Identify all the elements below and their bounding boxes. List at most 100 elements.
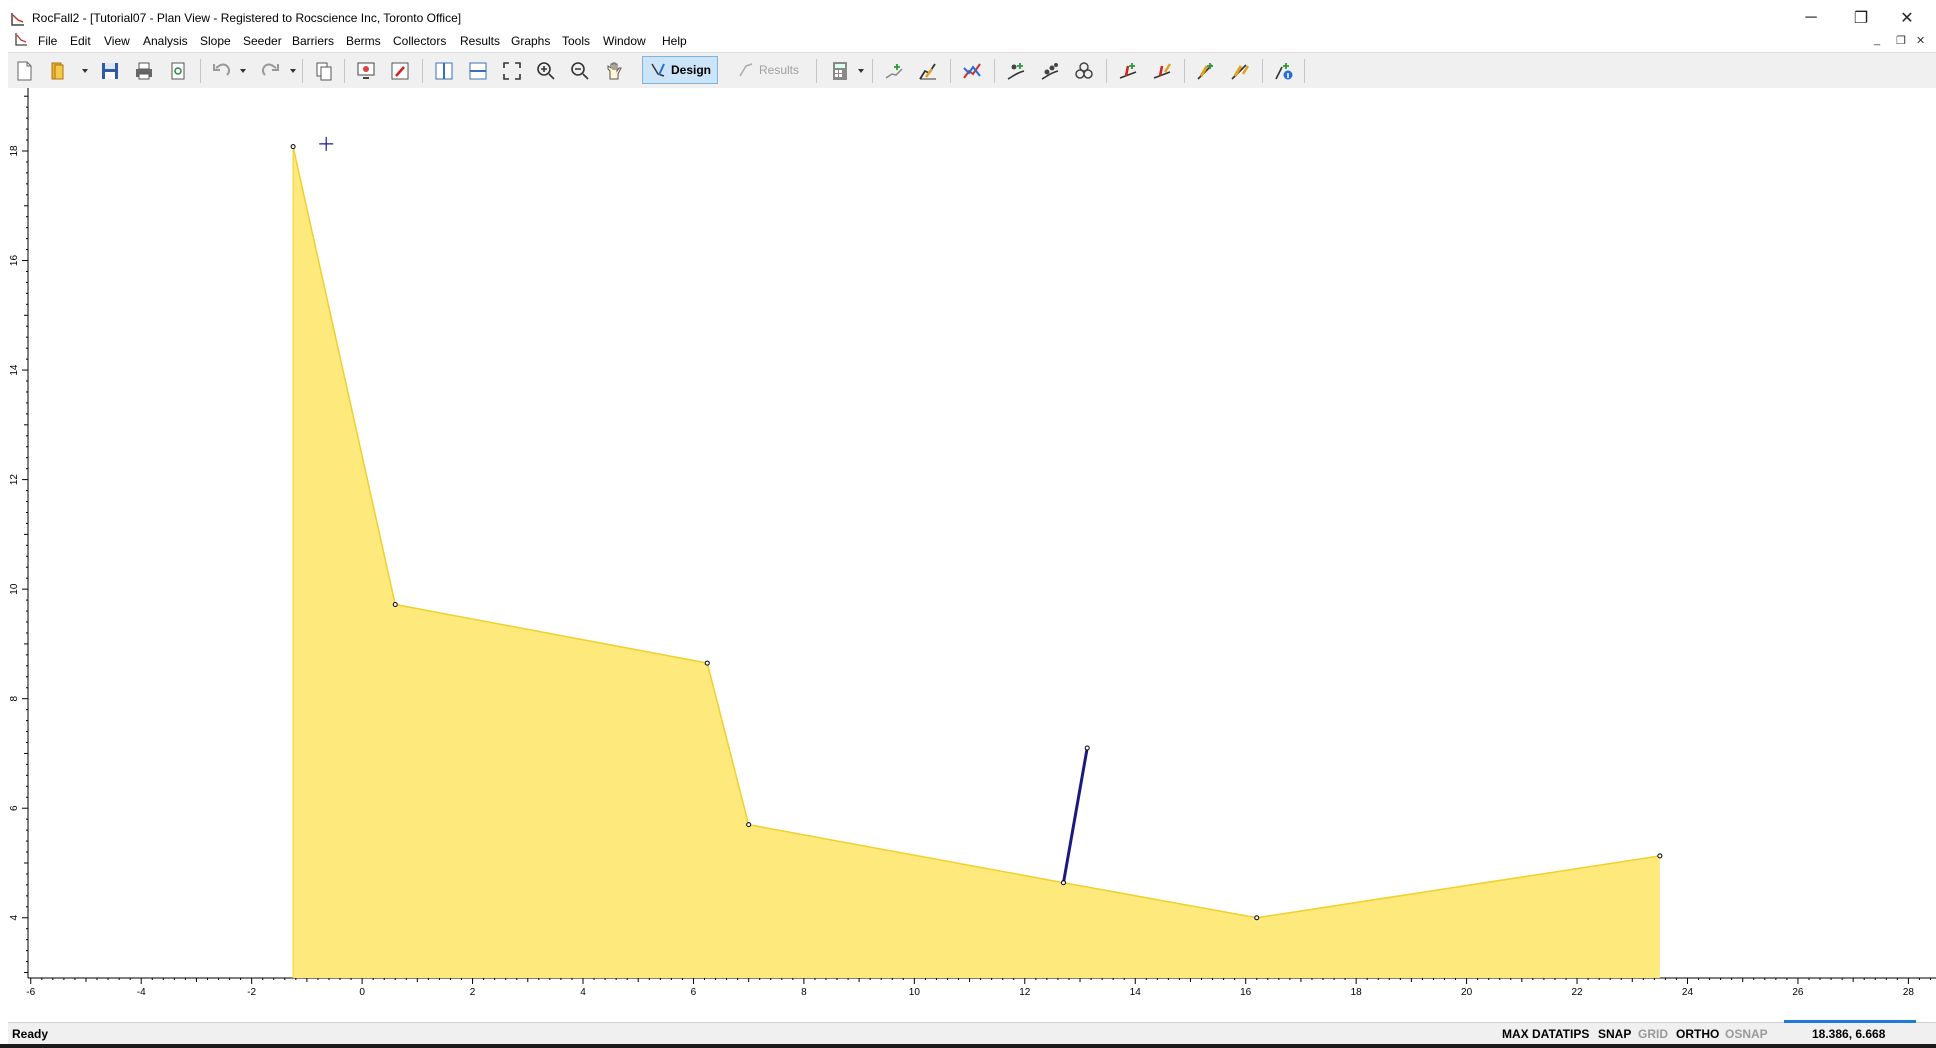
point-seeder-icon[interactable]	[1036, 57, 1064, 85]
slope-vertex[interactable]	[392, 601, 398, 607]
taskbar-edge	[0, 1044, 1936, 1048]
export-image-icon[interactable]	[352, 57, 380, 85]
edit-barrier-icon[interactable]	[1148, 57, 1176, 85]
x-tick-label: 2	[470, 987, 476, 998]
menu-barriers[interactable]: Barriers	[292, 34, 334, 48]
add-seeder-icon[interactable]	[1002, 57, 1030, 85]
progress-bar	[1784, 1020, 1916, 1023]
save-icon[interactable]	[96, 57, 124, 85]
horizontal-split-icon[interactable]	[464, 57, 492, 85]
menu-tools[interactable]: Tools	[562, 34, 590, 48]
results-icon	[739, 63, 753, 77]
x-tick-label: 14	[1130, 987, 1142, 998]
menu-berms[interactable]: Berms	[346, 34, 381, 48]
plan-view-canvas[interactable]: -6 -4 -2 0 2 4 6 8 10 12 14 16 18 20 22 24 26 28468101214…	[8, 88, 1936, 1010]
close-button[interactable]: ✕	[1884, 6, 1930, 30]
edit-icon[interactable]	[386, 57, 414, 85]
line-seeder-icon[interactable]	[1070, 57, 1098, 85]
barrier-line[interactable]	[1061, 747, 1089, 883]
mdi-close-button[interactable]: ✕	[1916, 34, 1925, 47]
material-icon[interactable]	[958, 57, 986, 85]
crosshair-cursor-icon	[319, 136, 334, 151]
osnap-toggle[interactable]: OSNAP	[1725, 1027, 1768, 1041]
slope-vertex[interactable]	[290, 144, 296, 150]
x-tick-label: 0	[359, 987, 365, 998]
redo-dropdown-icon[interactable]	[290, 69, 296, 73]
grid-toggle[interactable]: GRID	[1638, 1027, 1668, 1041]
y-tick-label: 16	[9, 255, 20, 267]
slope-vertex[interactable]	[1657, 853, 1663, 859]
zoom-extents-icon[interactable]	[498, 57, 526, 85]
slope-region[interactable]	[293, 146, 1660, 978]
open-icon[interactable]	[44, 57, 72, 85]
copy-icon[interactable]	[310, 57, 338, 85]
zoom-in-icon[interactable]	[532, 57, 560, 85]
x-tick-label: 24	[1682, 987, 1694, 998]
document-icon[interactable]	[14, 32, 28, 46]
x-tick-label: 18	[1351, 987, 1363, 998]
y-tick-label: 14	[9, 364, 20, 376]
ortho-toggle[interactable]: ORTHO	[1676, 1027, 1719, 1041]
x-tick-label: 8	[801, 987, 807, 998]
slope-vertex[interactable]	[1254, 915, 1260, 921]
x-tick-label: -2	[247, 987, 256, 998]
menu-analysis[interactable]: Analysis	[143, 34, 188, 48]
zoom-out-icon[interactable]	[566, 57, 594, 85]
redo-icon[interactable]	[256, 57, 284, 85]
calculator-icon[interactable]	[826, 57, 854, 85]
x-tick-label: 28	[1903, 987, 1915, 998]
x-tick-label: -6	[26, 987, 35, 998]
calculator-dropdown-icon[interactable]	[858, 69, 864, 73]
y-tick-label: 4	[9, 915, 20, 921]
plan-view[interactable]: -6 -4 -2 0 2 4 6 8 10 12 14 16 18 20 22 24 26 28 4 6 8 10 12 14…	[8, 88, 1936, 1010]
menu-graphs[interactable]: Graphs	[511, 34, 550, 48]
menu-slope[interactable]: Slope	[200, 34, 231, 48]
rocfall-app-icon	[11, 13, 24, 26]
design-mode-button[interactable]: Design	[642, 56, 719, 84]
menu-collectors[interactable]: Collectors	[393, 34, 446, 48]
menu-view[interactable]: View	[104, 34, 130, 48]
mdi-restore-button[interactable]: ❐	[1896, 34, 1906, 47]
edit-collector-icon[interactable]	[1226, 57, 1254, 85]
menu-window[interactable]: Window	[603, 34, 646, 48]
main-toolbar: Design Results	[8, 52, 1936, 90]
status-bar: Ready MAX DATATIPS SNAP GRID ORTHO OSNAP…	[8, 1020, 1936, 1045]
add-slope-icon[interactable]	[880, 57, 908, 85]
snap-toggle[interactable]: SNAP	[1598, 1027, 1631, 1041]
slope-vertex[interactable]	[746, 822, 752, 828]
x-tick-label: 22	[1571, 987, 1583, 998]
edit-slope-icon[interactable]	[914, 57, 942, 85]
window-title: RocFall2 - [Tutorial07 - Plan View - Reg…	[32, 11, 462, 25]
add-collector-icon[interactable]	[1192, 57, 1220, 85]
results-mode-button[interactable]: Results	[730, 56, 806, 84]
slope-vertex[interactable]	[1060, 880, 1066, 886]
pan-icon[interactable]	[600, 57, 628, 85]
design-icon	[651, 63, 665, 77]
menu-seeder[interactable]: Seeder	[243, 34, 282, 48]
print-icon[interactable]	[130, 57, 158, 85]
print-preview-icon[interactable]	[164, 57, 192, 85]
max-datatips-toggle[interactable]: MAX DATATIPS	[1502, 1027, 1589, 1041]
menu-file[interactable]: File	[38, 34, 57, 48]
x-tick-label: 4	[580, 987, 586, 998]
menu-edit[interactable]: Edit	[70, 34, 91, 48]
x-tick-label: 16	[1240, 987, 1252, 998]
menu-help[interactable]: Help	[662, 34, 687, 48]
undo-dropdown-icon[interactable]	[240, 69, 246, 73]
cursor-coordinates: 18.386, 6.668	[1812, 1027, 1886, 1041]
undo-icon[interactable]	[208, 57, 236, 85]
restore-button[interactable]: ❐	[1838, 6, 1884, 30]
y-tick-label: 18	[9, 145, 20, 157]
x-tick-label: -4	[137, 987, 146, 998]
vertical-split-icon[interactable]	[430, 57, 458, 85]
minimize-button[interactable]: ─	[1788, 6, 1834, 30]
open-dropdown-icon[interactable]	[82, 69, 88, 73]
menu-results[interactable]: Results	[460, 34, 500, 48]
new-icon[interactable]	[10, 57, 38, 85]
slope-vertex[interactable]	[704, 660, 710, 666]
mdi-minimize-button[interactable]: _	[1874, 34, 1880, 46]
info-icon[interactable]	[1270, 57, 1298, 85]
x-tick-label: 6	[691, 987, 697, 998]
barrier-vertex[interactable]	[1084, 745, 1090, 751]
add-barrier-icon[interactable]	[1114, 57, 1142, 85]
